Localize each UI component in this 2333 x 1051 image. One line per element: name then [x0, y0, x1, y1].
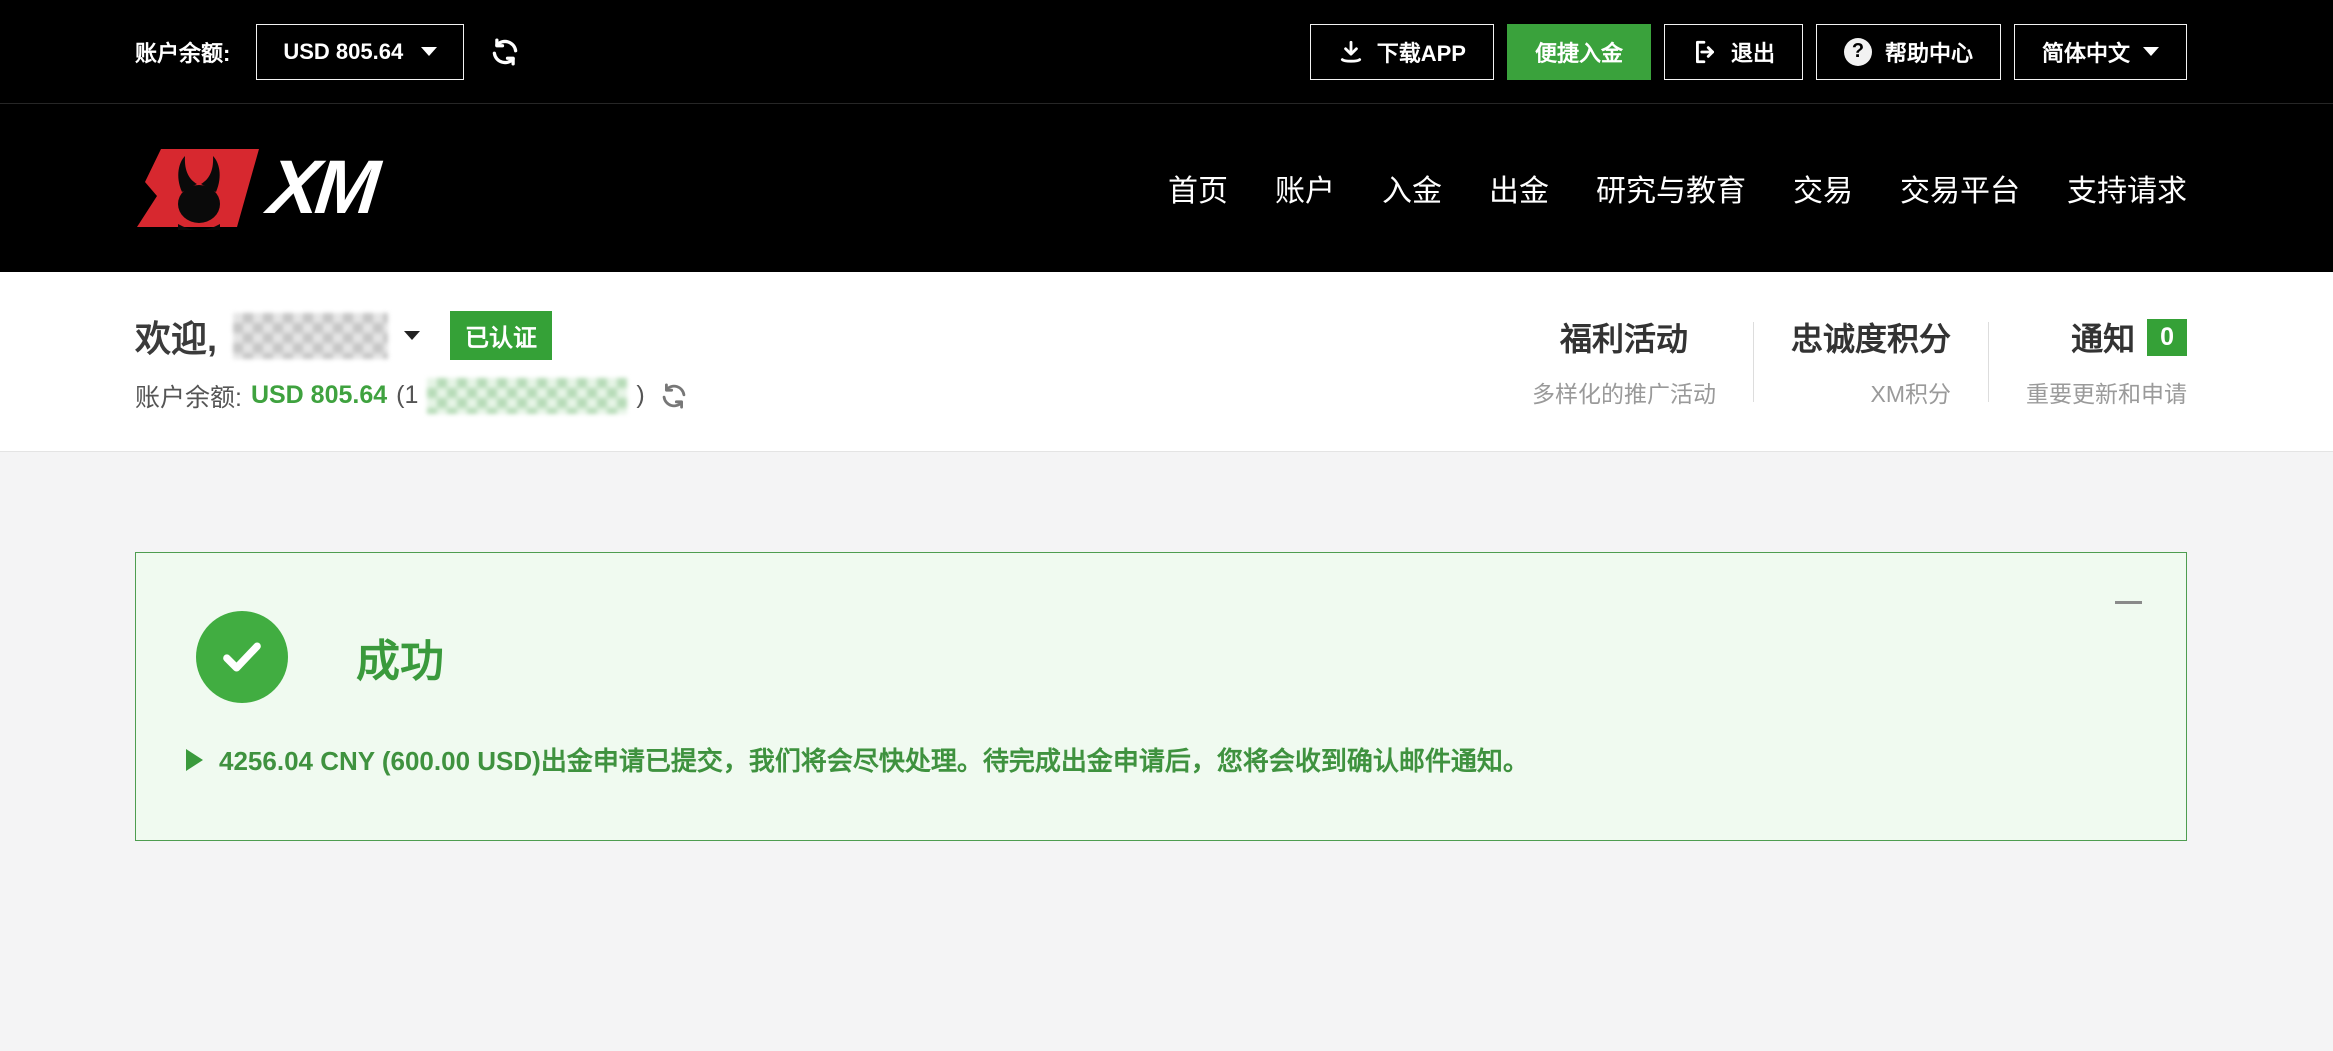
account-balance-label: 账户余额: — [135, 378, 242, 414]
nav-menu: 首页 账户 入金 出金 研究与教育 交易 交易平台 支持请求 — [1168, 166, 2187, 210]
loyalty-title: 忠诚度积分 — [1791, 314, 1951, 360]
account-number-redacted — [427, 378, 627, 414]
collapse-alert-button[interactable] — [2115, 601, 2142, 604]
main-content: 成功 4256.04 CNY (600.00 USD)出金申请已提交，我们将会尽… — [0, 552, 2333, 1051]
nav-item-deposit[interactable]: 入金 — [1382, 166, 1442, 210]
refresh-balance-icon[interactable] — [490, 37, 520, 67]
nav-item-support[interactable]: 支持请求 — [2067, 166, 2187, 210]
greeting-text: 欢迎, — [135, 310, 217, 362]
refresh-account-icon[interactable] — [660, 382, 688, 410]
widget-notifications[interactable]: 通知 0 重要更新和申请 — [2026, 314, 2187, 409]
account-balance-value: USD 805.64 — [251, 381, 387, 410]
download-icon — [1338, 39, 1364, 65]
account-chevron-down-icon[interactable] — [404, 331, 420, 340]
chevron-down-icon — [421, 47, 437, 56]
divider — [1988, 322, 1989, 402]
xm-logo[interactable]: XM — [135, 146, 375, 230]
divider — [1753, 322, 1754, 402]
logout-button[interactable]: 退出 — [1664, 24, 1803, 80]
bullet-triangle-icon — [186, 749, 203, 771]
nav-item-account[interactable]: 账户 — [1275, 166, 1335, 210]
success-alert: 成功 4256.04 CNY (600.00 USD)出金申请已提交，我们将会尽… — [135, 552, 2187, 841]
success-title: 成功 — [356, 625, 444, 689]
nav-item-withdrawal[interactable]: 出金 — [1489, 166, 1549, 210]
topbar-balance-value: USD 805.64 — [283, 39, 403, 65]
nav-item-trading[interactable]: 交易 — [1793, 166, 1853, 210]
language-selector[interactable]: 简体中文 — [2014, 24, 2187, 80]
topbar-balance-label: 账户余额: — [135, 36, 230, 68]
logout-label: 退出 — [1731, 36, 1775, 68]
top-utility-bar: 账户余额: USD 805.64 下载APP 便捷入金 — [0, 0, 2333, 104]
loyalty-subtitle: XM积分 — [1871, 375, 1952, 409]
help-center-label: 帮助中心 — [1885, 36, 1973, 68]
notifications-subtitle: 重要更新和申请 — [2026, 375, 2187, 409]
welcome-section: 欢迎, 已认证 账户余额: USD 805.64 (1 ) 福利活动 多样化的推… — [0, 272, 2333, 452]
logout-icon — [1692, 39, 1718, 65]
account-balance-dropdown[interactable]: USD 805.64 — [256, 24, 464, 80]
help-center-button[interactable]: ? 帮助中心 — [1816, 24, 2001, 80]
quick-deposit-label: 便捷入金 — [1535, 36, 1623, 68]
nav-item-research-education[interactable]: 研究与教育 — [1596, 166, 1746, 210]
notifications-count-badge: 0 — [2147, 319, 2187, 356]
download-app-button[interactable]: 下载APP — [1310, 24, 1494, 80]
account-number-paren-close: ) — [636, 381, 644, 410]
promotions-title: 福利活动 — [1560, 314, 1688, 360]
success-check-icon — [196, 611, 288, 703]
widget-promotions[interactable]: 福利活动 多样化的推广活动 — [1532, 314, 1716, 409]
success-message: 4256.04 CNY (600.00 USD)出金申请已提交，我们将会尽快处理… — [219, 741, 1529, 778]
xm-logo-text: XM — [265, 150, 379, 226]
nav-item-platforms[interactable]: 交易平台 — [1900, 166, 2020, 210]
account-number-paren-open: (1 — [396, 381, 418, 410]
quick-deposit-button[interactable]: 便捷入金 — [1507, 24, 1651, 80]
question-mark-icon: ? — [1844, 38, 1872, 66]
nav-item-home[interactable]: 首页 — [1168, 166, 1228, 210]
username-redacted — [233, 313, 388, 359]
chevron-down-icon — [2143, 47, 2159, 56]
notifications-title: 通知 — [2071, 314, 2135, 360]
promotions-subtitle: 多样化的推广活动 — [1532, 375, 1716, 409]
verified-badge: 已认证 — [450, 311, 552, 360]
main-navbar: XM 首页 账户 入金 出金 研究与教育 交易 交易平台 支持请求 — [0, 104, 2333, 272]
language-label: 简体中文 — [2042, 36, 2130, 68]
xm-bull-icon — [135, 146, 261, 230]
widget-loyalty-points[interactable]: 忠诚度积分 XM积分 — [1791, 314, 1951, 409]
download-app-label: 下载APP — [1377, 36, 1466, 68]
